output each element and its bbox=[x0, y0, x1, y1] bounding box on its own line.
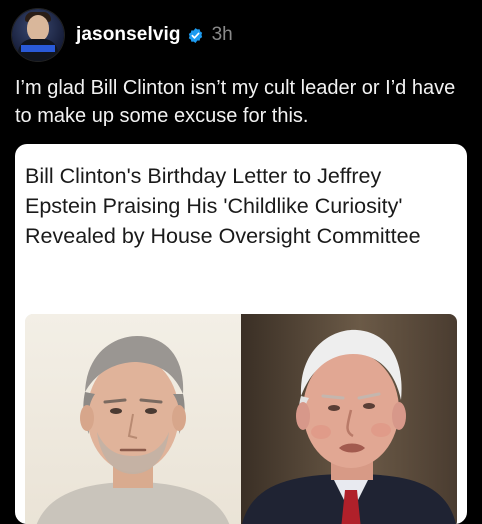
link-card-image[interactable] bbox=[25, 314, 457, 524]
post: jasonselvig 3h I’m glad Bill Clinton isn… bbox=[0, 0, 482, 524]
photo-right bbox=[241, 314, 457, 524]
post-header: jasonselvig 3h bbox=[76, 22, 233, 48]
link-card[interactable]: Bill Clinton's Birthday Letter to Jeffre… bbox=[15, 144, 467, 524]
verified-badge-icon bbox=[187, 27, 204, 44]
avatar-face bbox=[27, 15, 49, 41]
username[interactable]: jasonselvig bbox=[76, 24, 181, 46]
avatar-banner bbox=[21, 45, 55, 52]
post-timestamp: 3h bbox=[211, 24, 233, 45]
post-text: I’m glad Bill Clinton isn’t my cult lead… bbox=[15, 77, 456, 127]
link-card-title[interactable]: Bill Clinton's Birthday Letter to Jeffre… bbox=[25, 161, 457, 251]
photo-left bbox=[25, 314, 241, 524]
avatar[interactable] bbox=[12, 9, 64, 61]
